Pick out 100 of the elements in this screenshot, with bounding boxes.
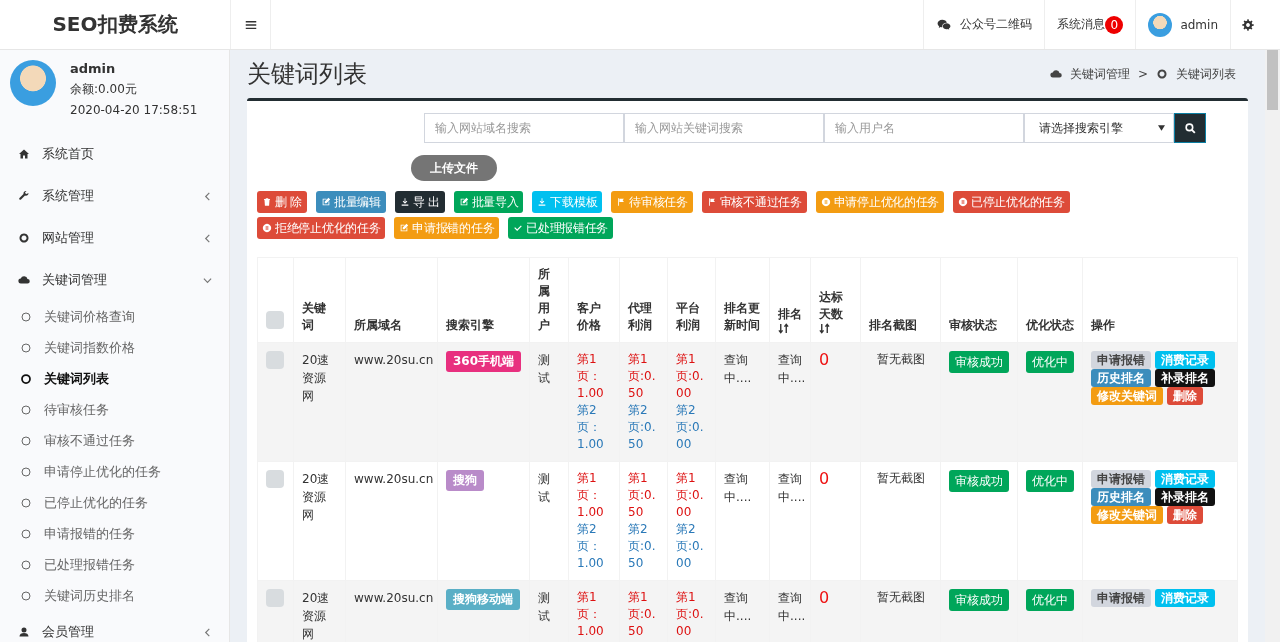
action-button[interactable]: 申请报错 (1091, 470, 1151, 488)
column-header: 平台利润 (676, 301, 700, 332)
menu-label: 网站管理 (42, 229, 95, 247)
toolbar-button[interactable]: 删 除 (257, 191, 307, 213)
user-menu[interactable]: admin (1135, 0, 1230, 49)
flag-icon (706, 197, 717, 207)
submenu-item[interactable]: 已处理报错任务 (0, 549, 229, 580)
engine-tag: 360手机端 (446, 351, 522, 372)
sidebar-item[interactable]: 系统管理 (0, 175, 229, 217)
table-cell: 查询中.... (724, 353, 752, 385)
price-text: 第1页:0.00 (676, 351, 705, 402)
breadcrumb-link[interactable]: 关键词列表 (1156, 65, 1236, 83)
column-header: 所属用户 (538, 267, 550, 332)
submenu-item[interactable]: 关键词指数价格 (0, 332, 229, 363)
optimize-status-badge: 优化中 (1026, 351, 1074, 373)
home-icon (18, 148, 30, 160)
toolbar-button[interactable]: 批量导入 (453, 191, 524, 213)
table-cell: 查询中.... (778, 353, 806, 385)
action-button[interactable]: 补录排名 (1155, 488, 1215, 506)
submenu-item[interactable]: 关键词历史排名 (0, 580, 229, 611)
submenu-item[interactable]: 审核不通过任务 (0, 425, 229, 456)
search-field[interactable]: 输入用户名 (824, 113, 1024, 143)
days-count: 0 (819, 469, 830, 488)
price-text: 第2页:0.00 (676, 402, 705, 453)
table-cell: 查询中.... (724, 591, 752, 623)
checkbox[interactable] (266, 589, 284, 607)
submenu-item[interactable]: 已停止优化的任务 (0, 487, 229, 518)
trash-icon (262, 197, 272, 207)
page-title: 关键词列表 (247, 59, 367, 90)
user-icon (18, 626, 30, 638)
submenu-item[interactable]: 申请停止优化的任务 (0, 456, 229, 487)
search-icon (1183, 121, 1197, 135)
messages-link[interactable]: 系统消息 0 (1044, 0, 1136, 49)
avatar-icon (1148, 12, 1173, 37)
action-button[interactable]: 申请报错 (1091, 589, 1151, 607)
optimize-status-badge: 优化中 (1026, 589, 1074, 611)
breadcrumb-link[interactable]: 关键词管理 (1049, 65, 1130, 83)
optimize-status-badge: 优化中 (1026, 470, 1074, 492)
pause-icon (262, 223, 272, 233)
column-header: 排名更新时间 (724, 301, 760, 332)
price-text: 第1页：1.00 (577, 470, 605, 521)
toolbar-button[interactable]: 拒绝停止优化的任务 (257, 217, 386, 239)
submenu-item[interactable]: 申请报错的任务 (0, 518, 229, 549)
edit-icon (399, 223, 410, 233)
table-cell: 查询中.... (778, 472, 806, 504)
toolbar-button[interactable]: 导 出 (394, 191, 445, 213)
action-button[interactable]: 申请报错 (1091, 351, 1151, 369)
nav-label: 系统消息 (1057, 16, 1106, 33)
sidebar-item[interactable]: 网站管理 (0, 217, 229, 259)
toolbar-button[interactable]: 批量编辑 (315, 191, 386, 213)
circle-icon (20, 589, 32, 602)
search-field[interactable]: 输入网站域名搜索 (424, 113, 624, 143)
action-button[interactable]: 历史排名 (1091, 369, 1151, 387)
search-field[interactable]: 输入网站关键词搜索 (624, 113, 824, 143)
price-text: 第1页:0.50 (628, 351, 657, 402)
table-cell: www.20su.cn (354, 353, 434, 367)
toolbar-button[interactable]: 审核不通过任务 (701, 191, 807, 213)
table-cell: 测试 (538, 591, 550, 623)
user-name: admin (1180, 17, 1218, 32)
price-text: 第2页：1.00 (577, 521, 605, 572)
table-cell: 20速资源网 (302, 353, 330, 403)
scrollbar[interactable] (1265, 50, 1280, 642)
toolbar-button[interactable]: 已停止优化的任务 (953, 191, 1070, 213)
circle-icon (20, 434, 32, 447)
engine-tag: 搜狗移动端 (446, 589, 520, 610)
engine-select[interactable]: 请选择搜索引擎 (1024, 113, 1174, 143)
sidebar-item[interactable]: 系统首页 (0, 133, 229, 175)
toolbar-button[interactable]: 已处理报错任务 (508, 217, 614, 239)
qr-code-link[interactable]: 公众号二维码 (923, 0, 1045, 49)
price-text: 第1页：1.00 (577, 589, 605, 640)
sidebar-item[interactable]: 会员管理 (0, 611, 229, 642)
sidebar-item[interactable]: 关键词管理 (0, 259, 229, 301)
checkbox[interactable] (266, 311, 284, 329)
submenu-item[interactable]: 关键词列表 (0, 363, 229, 394)
price-text: 第2页:0.50 (628, 521, 657, 572)
price-text: 第2页:0.50 (628, 402, 657, 453)
table-cell: www.20su.cn (354, 472, 434, 486)
chat-bubbles-icon (936, 17, 953, 32)
price-text: 第2页:0.00 (676, 521, 705, 572)
price-text: 第2页：1.00 (577, 402, 605, 453)
upload-button[interactable]: 上传文件 (411, 155, 497, 181)
circle-icon (20, 465, 32, 478)
check-icon (513, 223, 524, 233)
action-button[interactable]: 补录排名 (1155, 369, 1215, 387)
sort-icon[interactable] (778, 323, 789, 334)
action-button[interactable]: 历史排名 (1091, 488, 1151, 506)
sort-icon[interactable] (819, 323, 830, 334)
checkbox[interactable] (266, 470, 284, 488)
column-header: 审核状态 (949, 318, 997, 332)
scrollbar-thumb[interactable] (1267, 50, 1278, 110)
action-button[interactable]: 删除 (1167, 387, 1203, 405)
app-title: SEO扣费系统 (52, 11, 178, 38)
table-cell: 20速资源网 (302, 591, 330, 641)
cloud-icon (18, 274, 30, 286)
action-button[interactable]: 删除 (1167, 506, 1203, 524)
circle-icon (20, 372, 32, 385)
search-button[interactable] (1174, 113, 1206, 143)
submenu-item[interactable]: 待审核任务 (0, 394, 229, 425)
checkbox[interactable] (266, 351, 284, 369)
submenu-item[interactable]: 关键词价格查询 (0, 301, 229, 332)
